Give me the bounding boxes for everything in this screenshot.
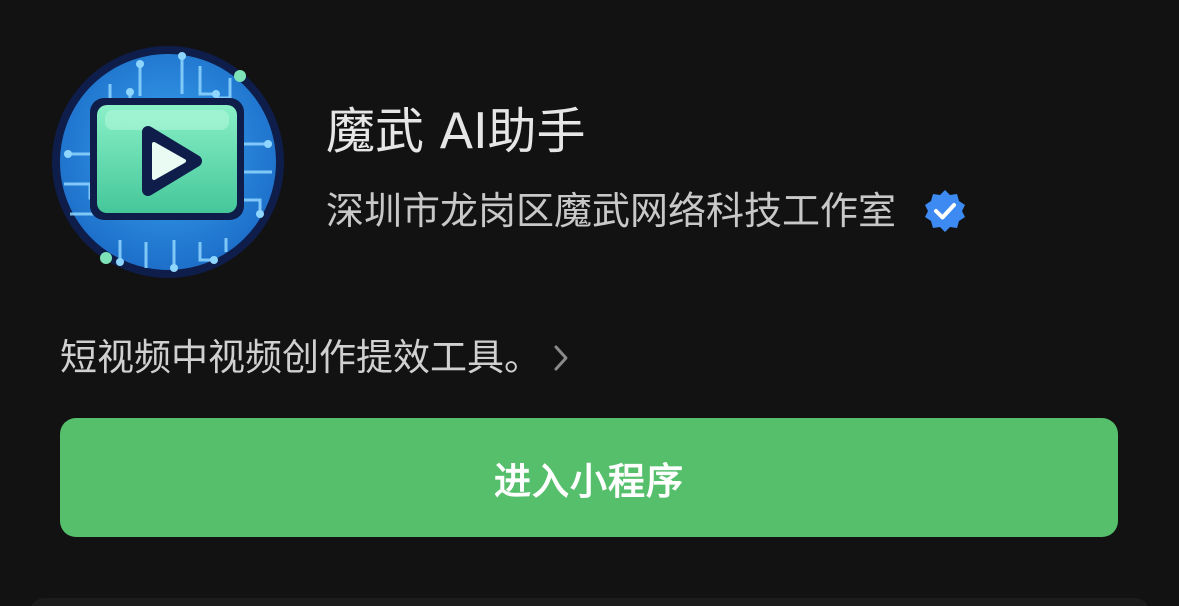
chevron-right-icon: [551, 343, 571, 373]
mini-program-profile: 魔武 AI助手 深圳市龙岗区魔武网络科技工作室 短视频中视频创作提效工具。 进入…: [0, 0, 1179, 606]
enter-mini-program-button[interactable]: 进入小程序: [60, 418, 1118, 537]
app-logo: [50, 44, 286, 280]
app-name: 魔武 AI助手: [326, 103, 586, 160]
description-text: 短视频中视频创作提效工具。: [60, 336, 541, 379]
description-link[interactable]: 短视频中视频创作提效工具。: [60, 330, 571, 386]
verified-badge-icon: [922, 188, 968, 234]
developer-row: 深圳市龙岗区魔武网络科技工作室: [326, 184, 968, 238]
enter-button-label: 进入小程序: [494, 460, 684, 502]
bottom-panel-edge: [30, 598, 1149, 606]
play-button-circuit-logo-icon: [52, 46, 284, 278]
developer-name: 深圳市龙岗区魔武网络科技工作室: [326, 189, 897, 233]
